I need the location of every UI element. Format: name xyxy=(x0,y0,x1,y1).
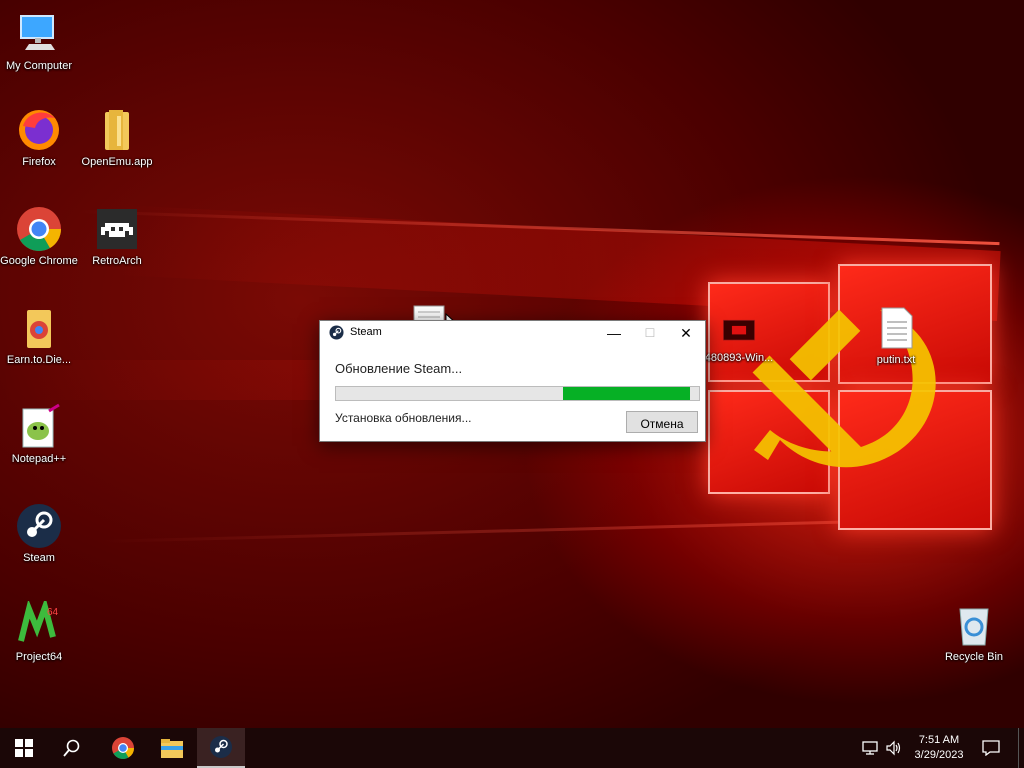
steam-icon xyxy=(210,736,232,758)
desktop-icon-project64[interactable]: 64 Project64 xyxy=(0,601,78,663)
cancel-button[interactable]: Отмена xyxy=(626,411,698,433)
progress-fill xyxy=(563,387,690,400)
clock-time: 7:51 AM xyxy=(918,734,960,746)
steam-update-dialog: Steam — ☐ ✕ Обновление Steam... Установк… xyxy=(319,320,706,442)
taskbar-chrome-button[interactable] xyxy=(99,728,147,768)
taskbar-steam-button[interactable] xyxy=(197,728,245,768)
desktop-icon-recycle-bin[interactable]: Recycle Bin xyxy=(935,601,1013,663)
start-button[interactable] xyxy=(0,728,48,768)
file-explorer-icon xyxy=(161,739,183,758)
desktop-icon-firefox[interactable]: Firefox xyxy=(0,106,78,168)
chrome-icon xyxy=(112,737,134,759)
desktop-icon-label: putin.txt xyxy=(876,354,916,366)
svg-text:64: 64 xyxy=(47,607,59,618)
search-button[interactable] xyxy=(48,728,96,768)
retroarch-icon xyxy=(97,209,137,249)
desktop-icon-steam[interactable]: Steam xyxy=(0,502,78,564)
desktop-icon-notepad-plus-plus[interactable]: Notepad++ xyxy=(0,403,78,465)
folder-chrome-icon xyxy=(27,310,51,348)
folder-icon xyxy=(105,110,129,150)
steam-icon xyxy=(329,325,344,340)
network-tray-button[interactable] xyxy=(860,728,882,768)
recycle-bin-icon xyxy=(959,608,989,646)
desktop-icon-label: Project64 xyxy=(15,651,63,663)
dialog-title: Steam xyxy=(350,326,382,338)
dialog-heading: Обновление Steam... xyxy=(335,361,463,376)
desktop-icon-label: Google Chrome xyxy=(0,255,78,267)
taskbar-file-explorer-button[interactable] xyxy=(148,728,196,768)
maximize-button[interactable]: ☐ xyxy=(632,321,668,345)
update-progress-bar xyxy=(335,386,700,401)
desktop-icon-label: Earn.to.Die... xyxy=(6,354,72,366)
chrome-icon xyxy=(17,207,61,251)
steam-icon xyxy=(17,504,61,548)
image-thumbnail-icon xyxy=(723,319,755,341)
desktop-icon-label: RetroArch xyxy=(92,255,142,267)
desktop-icon-retroarch[interactable]: RetroArch xyxy=(78,205,156,267)
project64-icon: 64 xyxy=(18,601,59,642)
desktop-icon-label: Notepad++ xyxy=(11,453,67,465)
dialog-titlebar[interactable]: Steam — ☐ ✕ xyxy=(320,321,705,345)
desktop-icon-wallpaper-image[interactable]: 480893-Win... xyxy=(700,316,778,364)
network-icon xyxy=(862,741,878,755)
notepad-plus-plus-icon xyxy=(22,403,60,448)
desktop-icon-label: Firefox xyxy=(22,156,56,168)
desktop-icon-google-chrome[interactable]: Google Chrome xyxy=(0,205,78,267)
desktop-icon-label: OpenEmu.app xyxy=(81,156,153,168)
taskbar: 7:51 AM 3/29/2023 xyxy=(0,728,1024,768)
action-center-button[interactable] xyxy=(978,728,1004,768)
clock-date: 3/29/2023 xyxy=(914,749,964,761)
text-file-icon xyxy=(881,307,913,349)
desktop-icon-label: Steam xyxy=(23,552,55,564)
system-clock[interactable]: 7:51 AM 3/29/2023 xyxy=(902,733,976,763)
desktop-icon-openemu[interactable]: OpenEmu.app xyxy=(78,106,156,168)
desktop: My Computer Firefox OpenEmu.app Google C… xyxy=(0,0,1024,728)
desktop-icon-earn-to-die[interactable]: Earn.to.Die... xyxy=(0,304,78,366)
dialog-status-text: Установка обновления... xyxy=(335,411,472,425)
desktop-icon-label: 480893-Win... xyxy=(704,352,774,364)
notifications-icon xyxy=(982,740,1000,756)
show-desktop-button[interactable] xyxy=(1018,728,1019,768)
close-button[interactable]: ✕ xyxy=(668,321,704,345)
desktop-icon-my-computer[interactable]: My Computer xyxy=(0,10,78,72)
desktop-icon-label: My Computer xyxy=(5,60,73,72)
desktop-icon-putin-txt[interactable]: putin.txt xyxy=(857,304,935,366)
start-icon xyxy=(15,739,33,757)
search-icon xyxy=(63,739,80,757)
minimize-button[interactable]: — xyxy=(596,321,632,345)
desktop-icon-label: Recycle Bin xyxy=(944,651,1004,663)
computer-icon xyxy=(20,15,55,50)
volume-icon xyxy=(886,740,901,756)
firefox-icon xyxy=(19,110,59,150)
